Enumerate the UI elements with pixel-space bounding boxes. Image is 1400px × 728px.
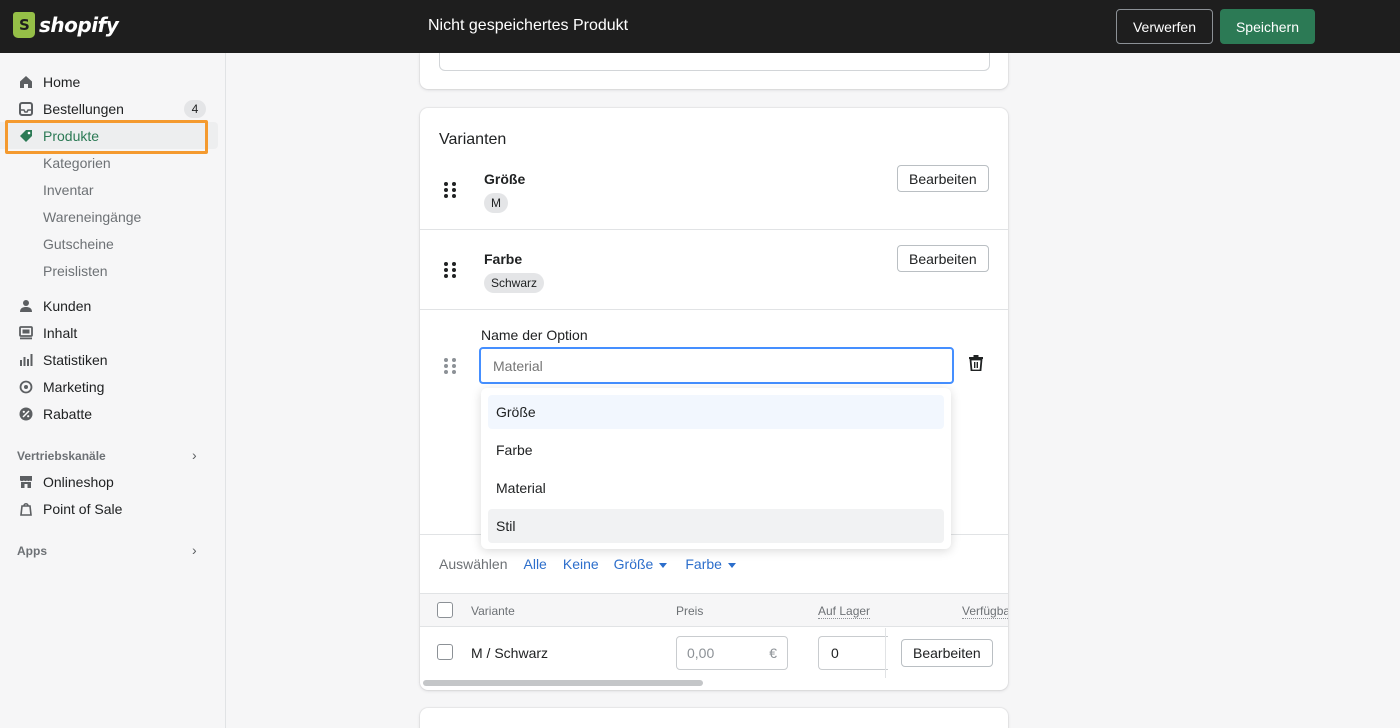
apps-heading: Apps xyxy=(17,544,47,558)
suggestion-item[interactable]: Größe xyxy=(488,395,944,429)
edit-option-button[interactable]: Bearbeiten xyxy=(897,245,989,272)
save-button[interactable]: Speichern xyxy=(1220,9,1315,44)
sidebar-item-transfers[interactable]: Wareneingänge xyxy=(0,203,218,230)
logo-text: shopify xyxy=(39,13,119,37)
variants-table-header: Variante Preis Auf Lager Verfügba xyxy=(420,593,1008,627)
sidebar-item-label: Rabatte xyxy=(43,405,93,422)
suggestion-item[interactable]: Farbe xyxy=(488,433,944,467)
price-placeholder: 0,00 xyxy=(687,645,715,661)
divider xyxy=(420,229,1008,230)
inbox-icon xyxy=(18,101,34,117)
drag-handle-icon[interactable] xyxy=(444,262,456,278)
sidebar-item-gift-cards[interactable]: Gutscheine xyxy=(0,230,218,257)
sidebar-item-label: Onlineshop xyxy=(43,473,114,490)
person-icon xyxy=(18,298,34,314)
drag-handle-icon[interactable] xyxy=(444,358,456,374)
sidebar-item-label: Preislisten xyxy=(43,262,108,279)
edit-variant-button[interactable]: Bearbeiten xyxy=(901,639,993,667)
divider xyxy=(420,309,1008,310)
shopify-logo[interactable]: shopify xyxy=(13,12,119,38)
sidebar-item-point-of-sale[interactable]: Point of Sale xyxy=(0,495,218,522)
trash-icon[interactable] xyxy=(969,355,983,372)
horizontal-scrollbar[interactable] xyxy=(423,680,703,686)
currency-symbol: € xyxy=(769,645,777,661)
sidebar-item-label: Inhalt xyxy=(43,324,78,341)
home-icon xyxy=(18,74,34,90)
sidebar-item-label: Marketing xyxy=(43,378,105,395)
option-name: Größe xyxy=(484,171,526,187)
bar-chart-icon xyxy=(18,352,34,368)
sidebar-item-label: Kunden xyxy=(43,297,92,314)
content-icon xyxy=(18,325,34,341)
shopify-bag-icon xyxy=(13,12,35,38)
sidebar-item-marketing[interactable]: Marketing xyxy=(0,373,218,400)
text-field-bottom xyxy=(439,53,990,71)
sidebar-item-content[interactable]: Inhalt xyxy=(0,319,218,346)
sidebar-item-label: Home xyxy=(43,73,81,90)
drag-handle-icon[interactable] xyxy=(444,182,456,198)
top-bar: shopify Nicht gespeichertes Produkt Verw… xyxy=(0,0,1400,53)
sidebar-item-customers[interactable]: Kunden xyxy=(0,292,218,319)
caret-down-icon xyxy=(659,562,668,568)
sidebar-item-home[interactable]: Home xyxy=(0,68,218,95)
discard-button[interactable]: Verwerfen xyxy=(1116,9,1213,44)
sidebar-item-discounts[interactable]: Rabatte xyxy=(0,400,218,427)
sidebar-item-label: Wareneingänge xyxy=(43,208,142,225)
column-header-variant: Variante xyxy=(471,604,515,618)
option-value-chip: Schwarz xyxy=(484,273,545,293)
products-highlight-box xyxy=(5,120,208,154)
store-icon xyxy=(18,474,34,490)
caret-down-icon xyxy=(727,562,736,568)
column-header-stock: Auf Lager xyxy=(818,604,871,619)
discount-icon xyxy=(18,406,34,422)
sidebar: Home Bestellungen 4 Produkte Kategorien … xyxy=(0,53,226,728)
select-size-label: Größe xyxy=(613,556,654,572)
price-input[interactable]: 0,00 € xyxy=(676,636,788,670)
select-color-label: Farbe xyxy=(685,556,722,572)
variant-name: M / Schwarz xyxy=(471,645,549,661)
page-title: Nicht gespeichertes Produkt xyxy=(428,17,629,34)
select-all-checkbox[interactable] xyxy=(437,602,453,618)
pos-icon xyxy=(18,501,34,517)
select-label: Auswählen xyxy=(439,556,508,572)
option-name-label: Name der Option xyxy=(481,327,588,343)
suggestion-item[interactable]: Material xyxy=(488,471,944,505)
row-checkbox[interactable] xyxy=(437,644,453,660)
sidebar-item-orders[interactable]: Bestellungen 4 xyxy=(0,95,218,122)
suggestion-item[interactable]: Stil xyxy=(488,509,944,543)
sidebar-item-price-lists[interactable]: Preislisten xyxy=(0,257,218,284)
next-card xyxy=(420,708,1008,728)
sales-channels-heading: Vertriebskanäle xyxy=(17,449,106,463)
option-name: Farbe xyxy=(484,251,523,267)
option-value-chip: M xyxy=(484,193,508,213)
sidebar-item-label: Kategorien xyxy=(43,154,111,171)
orders-count-badge: 4 xyxy=(184,99,206,118)
sticky-column-separator xyxy=(885,628,886,678)
stock-input[interactable]: 0 xyxy=(818,636,888,670)
product-card-top xyxy=(420,53,1008,89)
variants-title: Varianten xyxy=(439,131,507,148)
sidebar-item-label: Gutscheine xyxy=(43,235,114,252)
select-none-link[interactable]: Keine xyxy=(563,556,599,572)
column-header-price: Preis xyxy=(676,604,704,618)
select-size-dropdown[interactable]: Größe xyxy=(614,556,668,572)
select-all-link[interactable]: Alle xyxy=(524,556,547,572)
sidebar-item-analytics[interactable]: Statistiken xyxy=(0,346,218,373)
column-header-available: Verfügba xyxy=(962,604,1008,619)
sidebar-item-label: Statistiken xyxy=(43,351,108,368)
chevron-right-icon[interactable]: › xyxy=(192,447,197,463)
sidebar-item-label: Point of Sale xyxy=(43,500,123,517)
select-row: Auswählen Alle Keine Größe Farbe xyxy=(439,556,736,572)
sidebar-item-label: Inventar xyxy=(43,181,94,198)
sidebar-item-online-store[interactable]: Onlineshop xyxy=(0,468,218,495)
option-suggestions-dropdown: Größe Farbe Material Stil xyxy=(481,388,951,549)
chevron-right-icon[interactable]: › xyxy=(192,542,197,558)
target-icon xyxy=(18,379,34,395)
select-color-dropdown[interactable]: Farbe xyxy=(685,556,736,572)
sidebar-item-inventory[interactable]: Inventar xyxy=(0,176,218,203)
edit-option-button[interactable]: Bearbeiten xyxy=(897,165,989,192)
variants-card: Varianten Größe M Bearbeiten Farbe Schwa… xyxy=(420,108,1008,690)
option-name-input[interactable] xyxy=(479,347,954,384)
sidebar-item-label: Bestellungen xyxy=(43,100,124,117)
